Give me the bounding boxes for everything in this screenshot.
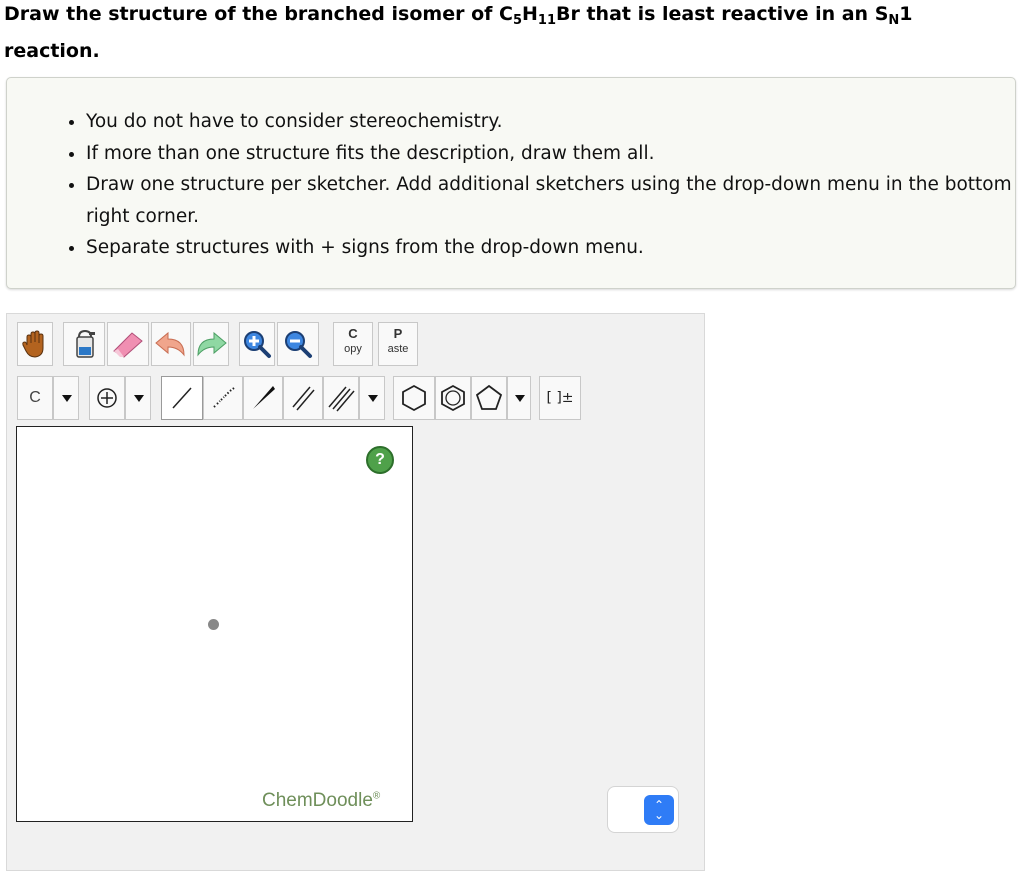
element-button[interactable]: C: [17, 376, 53, 420]
copy-button[interactable]: C opy: [333, 322, 373, 366]
protruding-bond-button[interactable]: [243, 376, 283, 420]
instructions-box: You do not have to consider stereochemis…: [6, 77, 1016, 289]
help-icon[interactable]: ?: [366, 446, 394, 474]
paste-label-small: aste: [387, 343, 409, 355]
clear-button[interactable]: [63, 322, 105, 366]
eraser-button[interactable]: [107, 322, 149, 366]
triple-bond-button[interactable]: [323, 376, 359, 420]
zoom-out-icon: [285, 331, 312, 358]
double-bond-icon: [292, 386, 315, 411]
pan-button[interactable]: [17, 322, 53, 366]
chevron-down-icon: [368, 395, 378, 402]
clear-icon: [76, 329, 95, 358]
zoom-in-button[interactable]: [239, 322, 275, 366]
charge-dropdown[interactable]: [125, 376, 151, 420]
ring-dropdown[interactable]: [507, 376, 531, 420]
single-bond-icon: [172, 387, 192, 409]
double-bond-button[interactable]: [283, 376, 323, 420]
instruction-item: You do not have to consider stereochemis…: [86, 106, 1024, 138]
brand-text: ChemDoodle: [262, 790, 373, 811]
copy-label-big: C: [348, 326, 358, 341]
bracket-charge-button[interactable]: [ ]±: [539, 376, 581, 420]
chevron-updown-icon: ⌃ ⌄: [644, 795, 674, 825]
undo-button[interactable]: [151, 322, 191, 366]
instructions-list: You do not have to consider stereochemis…: [51, 106, 1024, 264]
charge-icon: [97, 388, 117, 408]
element-dropdown[interactable]: [53, 376, 79, 420]
add-sketcher-dropdown[interactable]: ⌃ ⌄: [607, 786, 679, 833]
paste-button[interactable]: P aste: [378, 322, 418, 366]
brand-registered-mark: ®: [372, 790, 381, 802]
zoom-out-button[interactable]: [277, 322, 319, 366]
redo-icon: [197, 331, 227, 357]
cyclopentane-button[interactable]: [471, 376, 507, 420]
protruding-bond-icon: [253, 386, 275, 409]
canvas-dot: [208, 619, 219, 630]
benzene-icon: [441, 384, 465, 412]
charge-button[interactable]: [89, 376, 125, 420]
chevron-down-icon: [515, 395, 525, 402]
recessed-bond-icon: [213, 387, 235, 408]
instruction-item: Draw one structure per sketcher. Add add…: [86, 169, 1024, 232]
copy-label-small: opy: [344, 343, 362, 355]
benzene-button[interactable]: [435, 376, 471, 420]
recessed-bond-button[interactable]: [203, 376, 243, 420]
triple-bond-icon: [328, 386, 355, 412]
bracket-charge-label: [ ]±: [546, 390, 574, 406]
redo-button[interactable]: [193, 322, 229, 366]
help-label: ?: [375, 451, 385, 468]
undo-icon: [155, 331, 185, 357]
question-title: Draw the structure of the branched isome…: [4, 3, 913, 62]
instruction-item: If more than one structure fits the desc…: [86, 138, 1024, 170]
chevron-down-icon: [62, 395, 72, 402]
single-bond-button[interactable]: [161, 376, 203, 420]
cyclohexane-icon: [402, 384, 426, 412]
cyclohexane-button[interactable]: [393, 376, 435, 420]
chevron-down-icon: [134, 395, 144, 402]
paste-label-big: P: [393, 326, 403, 341]
instruction-item: Separate structures with + signs from th…: [86, 232, 1024, 264]
zoom-in-icon: [244, 331, 271, 358]
bond-dropdown[interactable]: [359, 376, 385, 420]
cyclopentane-icon: [475, 384, 503, 410]
eraser-icon: [113, 332, 143, 358]
element-label: C: [29, 389, 41, 406]
hand-icon: [22, 330, 44, 358]
chemdoodle-logo: ChemDoodle®: [262, 790, 380, 812]
